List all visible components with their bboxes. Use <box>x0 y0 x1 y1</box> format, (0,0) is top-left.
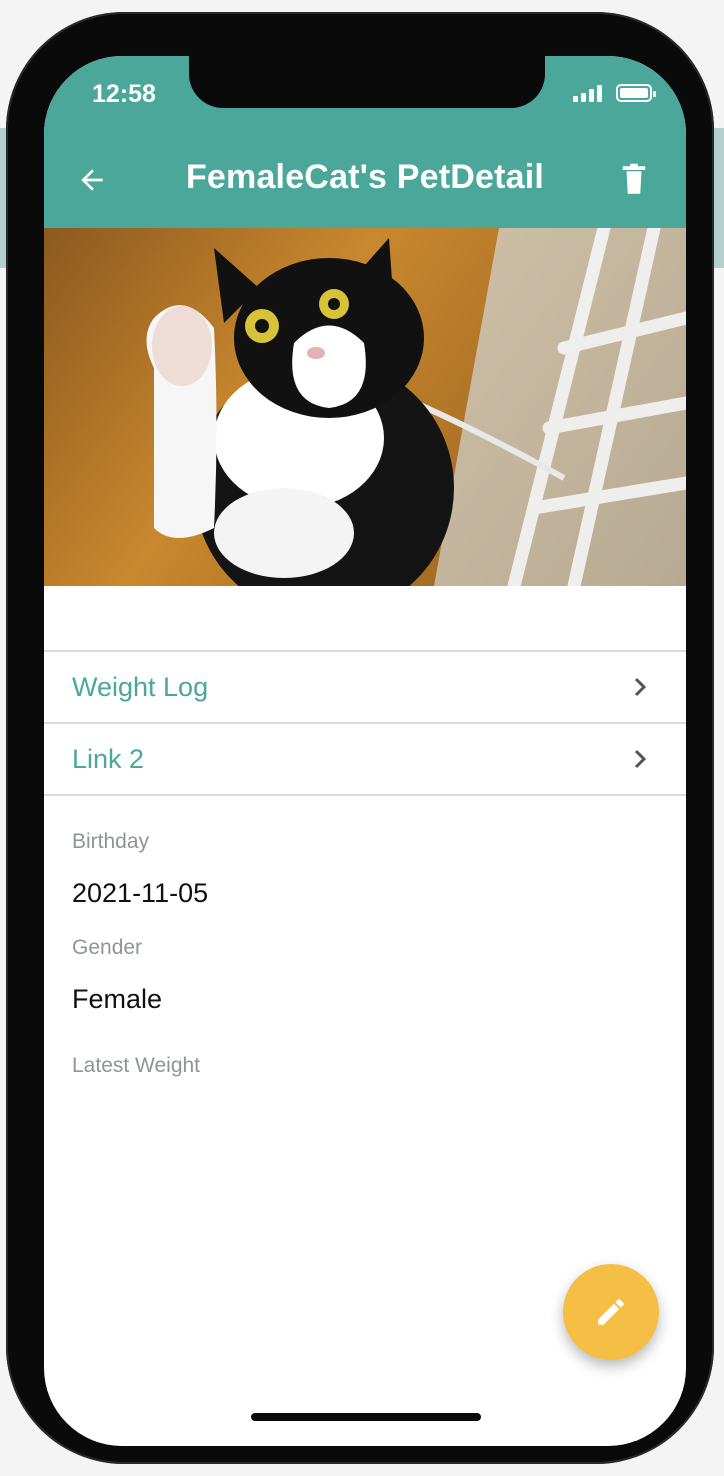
battery-icon <box>616 84 656 102</box>
delete-button[interactable] <box>612 158 656 202</box>
weight-log-link[interactable]: Weight Log <box>44 652 686 724</box>
chevron-right-icon <box>634 677 647 697</box>
chevron-right-icon <box>634 749 647 769</box>
link-2[interactable]: Link 2 <box>44 724 686 796</box>
pet-photo <box>44 228 686 586</box>
phone-frame: 12:58 FemaleCat's PetDetail Weight Log L… <box>6 12 714 1464</box>
pencil-icon <box>598 1299 624 1325</box>
photo-spacer <box>44 586 686 650</box>
phone-notch <box>189 56 545 108</box>
home-indicator <box>251 1413 481 1421</box>
gender-value: Female <box>72 984 163 1014</box>
signal-icon <box>573 84 602 102</box>
link-list: Weight Log Link 2 <box>44 650 686 796</box>
latest-weight-label: Latest Weight <box>72 1054 201 1077</box>
birthday-label: Birthday <box>72 830 150 853</box>
status-time: 12:58 <box>92 80 156 108</box>
status-icons <box>573 84 656 102</box>
gender-label: Gender <box>72 936 143 959</box>
edit-button[interactable] <box>563 1264 659 1360</box>
page-title: FemaleCat's PetDetail <box>185 158 545 196</box>
trash-icon <box>622 163 646 194</box>
link-label: Link 2 <box>72 743 145 774</box>
phone-screen: 12:58 FemaleCat's PetDetail Weight Log L… <box>44 56 686 1446</box>
link-label: Weight Log <box>72 671 209 702</box>
birthday-value: 2021-11-05 <box>72 878 209 908</box>
